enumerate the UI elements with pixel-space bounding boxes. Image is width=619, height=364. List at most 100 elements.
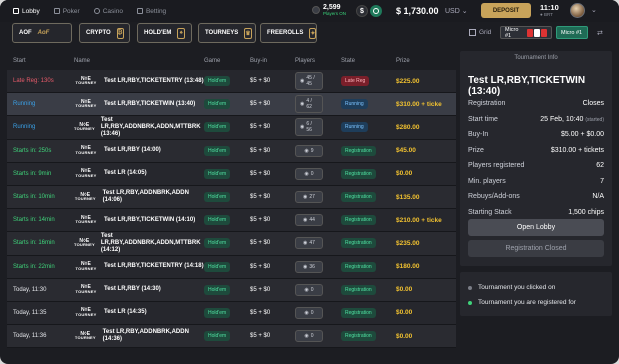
- table-tab-micro-1-active[interactable]: Micro #1: [556, 26, 588, 39]
- legend-item-clicked: Tournament you clicked on: [468, 280, 604, 295]
- header-players[interactable]: Players: [295, 58, 341, 64]
- info-key: Registration: [468, 100, 506, 108]
- row-buyin: $5 + $0: [250, 194, 271, 201]
- players-badge: ◉ 0: [295, 330, 323, 343]
- header-start[interactable]: Start: [7, 58, 68, 64]
- row-name: N◊E TOURNEY Test LR,RBY,TICKETENTRY (14:18…: [68, 262, 204, 271]
- table-row[interactable]: Today, 11:35 N◊E TOURNEY Test LR (14:35) Hol…: [7, 301, 456, 326]
- status-badge: Late Reg: [341, 76, 370, 87]
- filter-tourneys-button[interactable]: TOURNEYS ♛: [198, 23, 256, 43]
- row-name-text: Test LR,RBY,ADDNBRK,ADDN (14:36): [102, 329, 189, 343]
- row-prize: $0.00: [396, 286, 413, 294]
- nav-poker[interactable]: Poker: [47, 0, 87, 22]
- nav-lobby[interactable]: Lobby: [6, 0, 47, 22]
- table-row[interactable]: Running N◊E TOURNEY Test LR,RBY,ADDNBRK,ADD…: [7, 116, 456, 140]
- deposit-button[interactable]: DEPOSIT: [481, 3, 531, 18]
- status-badge: Registration: [341, 307, 376, 318]
- table-row[interactable]: Today, 11:30 N◊E TOURNEY Test LR,RBY (14:30…: [7, 278, 456, 302]
- filter-crypto-button[interactable]: CRYPTO ₿: [79, 23, 130, 43]
- row-name: N◊E TOURNEY Test LR,RBY (14:00): [68, 146, 204, 155]
- table-row[interactable]: Running N◊E TOURNEY Test LR,RBY,TICKETWIN (…: [7, 93, 456, 117]
- row-state: Registration: [341, 238, 396, 249]
- header-buyin[interactable]: Buy-in: [250, 58, 295, 64]
- account-menu-chevron-icon[interactable]: ⌄: [591, 6, 597, 14]
- row-players: ◉ 27: [295, 191, 341, 204]
- filter-freerolls-button[interactable]: FREEROLLS ✦: [260, 23, 317, 43]
- user-icon: ◉: [304, 286, 309, 293]
- registration-closed-button: Registration Closed: [468, 240, 604, 257]
- row-game: Hold'em: [204, 284, 250, 295]
- info-key: Players registered: [468, 162, 525, 170]
- header-name[interactable]: Name: [68, 58, 204, 64]
- game-badge: Hold'em: [204, 168, 231, 179]
- row-players: ◉ 45 / 45: [295, 72, 341, 91]
- row-game: Hold'em: [204, 192, 250, 203]
- players-online-label: Players ON: [323, 11, 347, 16]
- row-prize: $280.00: [396, 123, 420, 131]
- row-state: Running: [341, 122, 396, 133]
- nav-casino[interactable]: Casino: [87, 0, 130, 22]
- table-row[interactable]: Late Reg: 130s N◊E TOURNEY Test LR,RBY,TICK…: [7, 70, 456, 94]
- players-count: 0: [310, 309, 314, 316]
- game-badge: Hold'em: [204, 122, 231, 133]
- open-lobby-button[interactable]: Open Lobby: [468, 219, 604, 236]
- table-row[interactable]: Starts in: 10min N◊E TOURNEY Test LR,RBY,AD…: [7, 185, 456, 210]
- info-row: Starting Stack 1,500 chips: [468, 205, 604, 221]
- players-count: 6 / 56: [306, 121, 312, 134]
- avatar[interactable]: [570, 3, 585, 18]
- bitcoin-icon: ₿: [116, 27, 124, 39]
- filter-holdem-button[interactable]: HOLD'EM ♠: [137, 23, 192, 43]
- tourney-logo-icon: N◊E TOURNEY: [74, 330, 96, 341]
- table-row[interactable]: Starts in: 16min N◊E TOURNEY Test LR,RBY,AD…: [7, 232, 456, 256]
- header-game[interactable]: Game: [204, 58, 250, 64]
- table-row[interactable]: Starts in: 22min N◊E TOURNEY Test LR,RBY,TI…: [7, 255, 456, 279]
- row-state: Registration: [341, 261, 396, 272]
- filter-aof-button[interactable]: AOF AoF: [12, 23, 72, 43]
- table-body: Late Reg: 130s N◊E TOURNEY Test LR,RBY,TICK…: [7, 70, 456, 349]
- clock-timezone: ● BRT: [540, 12, 553, 17]
- game-badge: Hold'em: [204, 192, 231, 203]
- row-game: Hold'em: [204, 99, 250, 110]
- usd-wallet-button[interactable]: $: [356, 5, 368, 17]
- table-row[interactable]: Starts in: 9min N◊E TOURNEY Test LR (14:05)…: [7, 162, 456, 186]
- header-state[interactable]: State: [341, 58, 396, 64]
- user-icon: ◉: [303, 217, 308, 224]
- info-row: Min. players 7: [468, 174, 604, 190]
- info-value: 7: [600, 177, 604, 185]
- row-prize: $135.00: [396, 193, 420, 201]
- table-tab-label: Micro #1: [505, 26, 519, 39]
- row-start: Today, 11:35: [13, 309, 47, 316]
- row-state: Registration: [341, 284, 396, 295]
- nav-casino-label: Casino: [102, 7, 123, 15]
- row-buyin: $5 + $0: [250, 309, 271, 316]
- row-name-text: Test LR,RBY (14:00): [104, 147, 161, 154]
- players-count: 45 / 45: [306, 75, 315, 88]
- table-row[interactable]: Starts in: 250s N◊E TOURNEY Test LR,RBY (14…: [7, 139, 456, 163]
- row-players: ◉ 0: [295, 330, 341, 343]
- row-game: Hold'em: [204, 238, 250, 249]
- currency-select[interactable]: USD ⌄: [445, 7, 468, 15]
- swap-icon[interactable]: ⇄: [597, 29, 603, 37]
- tourney-logo-icon: N◊E TOURNEY: [75, 168, 97, 178]
- row-name-text: Test LR,RBY,TICKETENTRY (14:18): [104, 263, 204, 270]
- freeroll-icon: ✦: [309, 27, 317, 39]
- players-badge: ◉ 6 / 56: [295, 118, 323, 137]
- game-badge: Hold'em: [204, 145, 231, 156]
- crypto-wallet-button[interactable]: [370, 5, 382, 17]
- user-icon: ◉: [303, 240, 308, 247]
- game-badge: Hold'em: [204, 238, 231, 249]
- table-row[interactable]: Starts in: 14min N◊E TOURNEY Test LR,RBY,TI…: [7, 209, 456, 233]
- row-buyin: $5 + $0: [250, 333, 271, 340]
- status-badge: Registration: [341, 145, 376, 156]
- grid-toggle[interactable]: Grid: [469, 29, 491, 36]
- tourney-logo-icon: N◊E TOURNEY: [75, 284, 97, 294]
- table-row[interactable]: Today, 11:36 N◊E TOURNEY Test LR,RBY,ADDNBR…: [7, 325, 456, 349]
- table-tab-micro-1[interactable]: Micro #1: [500, 26, 552, 39]
- row-players: ◉ 44: [295, 214, 341, 227]
- tournament-table: Start Name Game Buy-in Players State Pri…: [7, 51, 456, 364]
- tournament-info-title: Test LR,RBY,TICKETWIN (13:40): [468, 75, 586, 97]
- header-prize[interactable]: Prize: [396, 58, 456, 64]
- nav-betting[interactable]: Betting: [130, 0, 173, 22]
- row-buyin: $5 + $0: [250, 147, 271, 154]
- row-buyin: $5 + $0: [250, 263, 271, 270]
